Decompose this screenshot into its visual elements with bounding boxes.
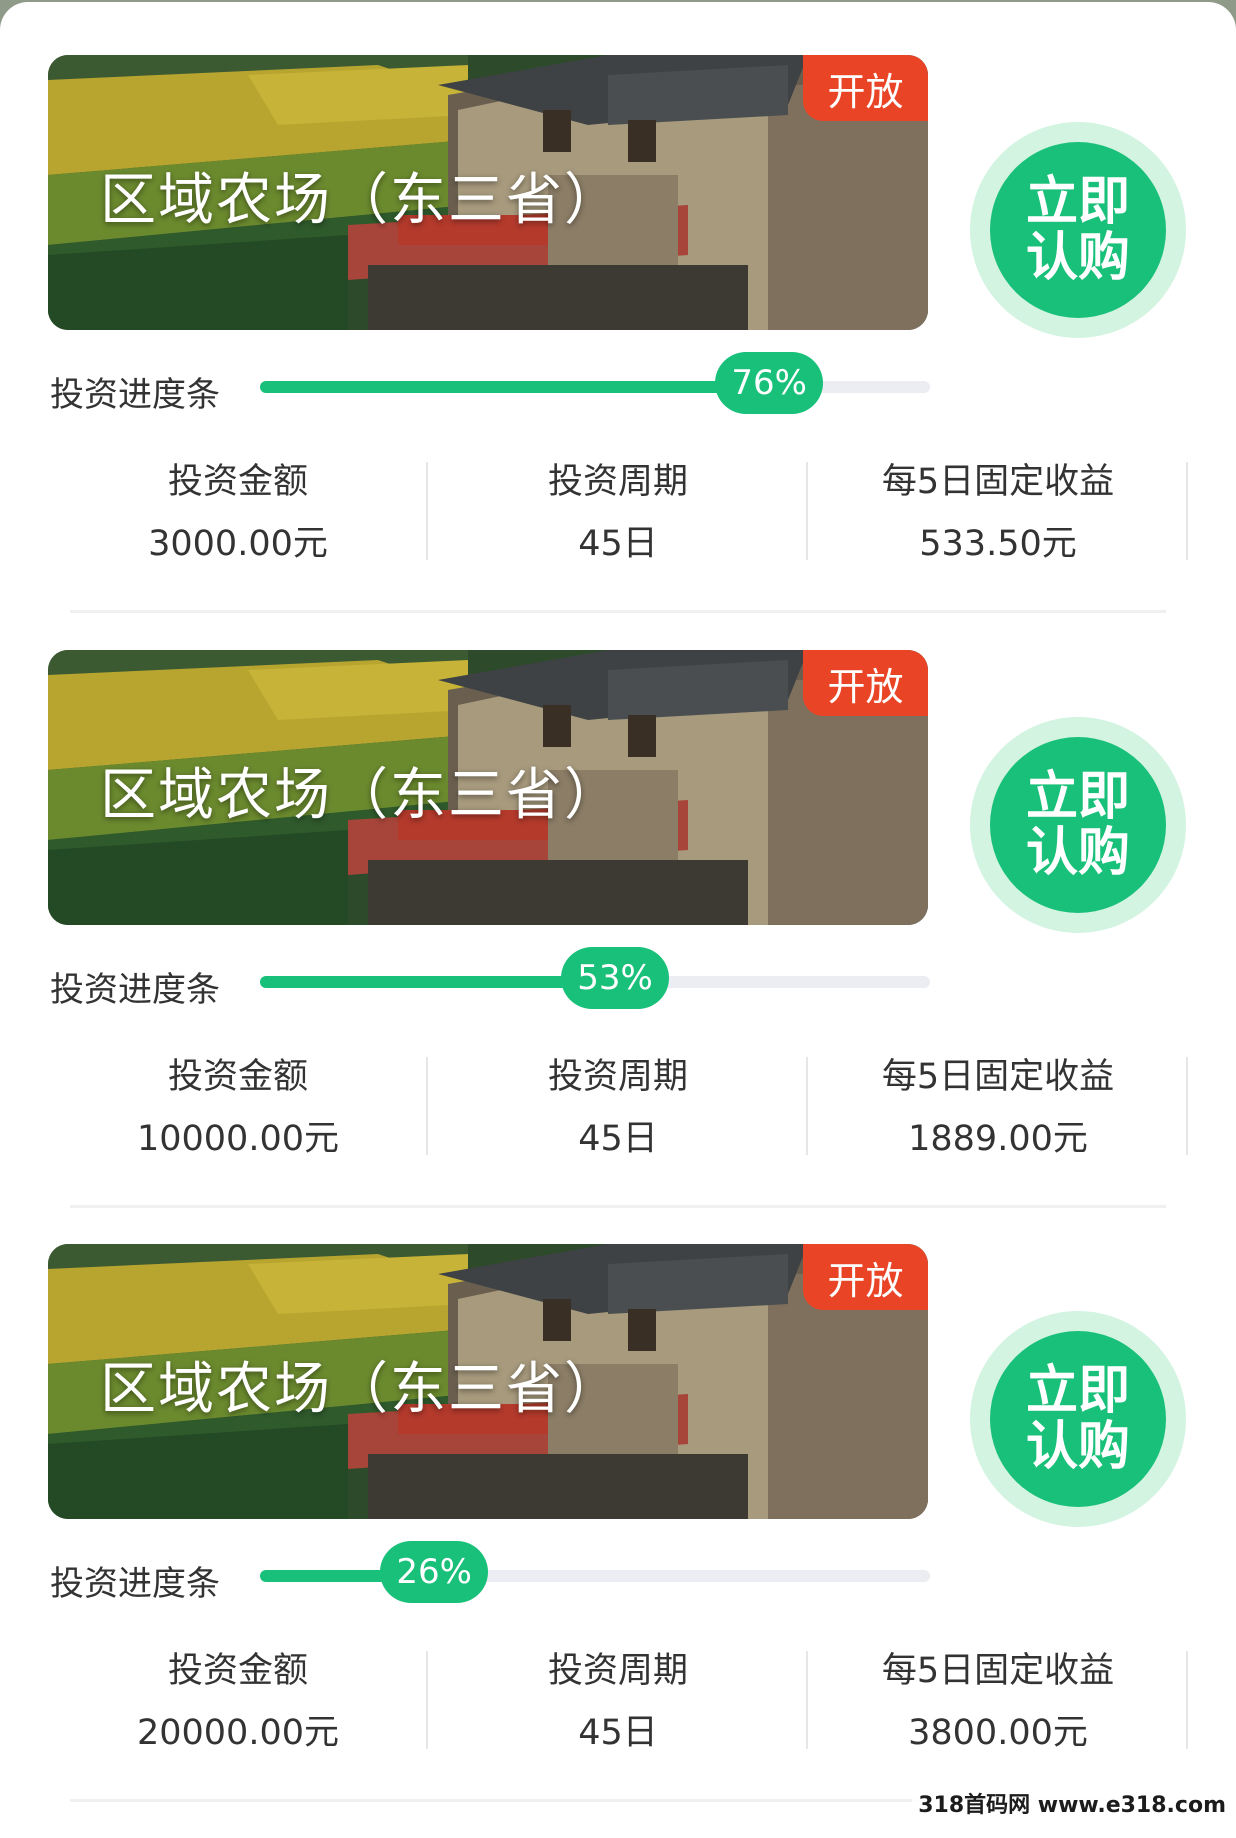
stat-value: 10000.00元 bbox=[136, 1119, 339, 1159]
subscribe-button[interactable]: 立即认购 bbox=[970, 1311, 1186, 1527]
subscribe-button-label: 立即认购 bbox=[1025, 767, 1130, 883]
status-badge: 开放 bbox=[803, 55, 928, 121]
stat-label: 投资金额 bbox=[167, 462, 308, 502]
status-badge: 开放 bbox=[803, 1244, 928, 1310]
stat-investment-period: 投资周期 45日 bbox=[428, 1649, 808, 1753]
product-title: 区域农场（东三省） bbox=[100, 763, 622, 828]
product-list: 区域农场（东三省） 开放 立即认购 投资进度条 76% 投资金额 3000.00… bbox=[0, 0, 1236, 1821]
card-divider bbox=[70, 610, 1166, 613]
stat-investment-period: 投资周期 45日 bbox=[428, 460, 808, 564]
investment-progress: 投资进度条 76% bbox=[50, 352, 930, 421]
progress-fill bbox=[260, 381, 770, 393]
stat-value: 45日 bbox=[578, 524, 658, 564]
progress-track: 26% bbox=[260, 1541, 930, 1603]
stat-label: 投资周期 bbox=[547, 462, 688, 502]
stat-value: 1889.00元 bbox=[908, 1119, 1088, 1159]
stat-fixed-return: 每5日固定收益 1889.00元 bbox=[808, 1055, 1188, 1159]
progress-track: 53% bbox=[260, 947, 930, 1009]
stat-investment-amount: 投资金额 10000.00元 bbox=[48, 1055, 428, 1159]
watermark-text: 318首码网 www.e318.com bbox=[912, 1787, 1232, 1819]
farm-banner[interactable]: 区域农场（东三省） 开放 bbox=[48, 650, 928, 925]
product-card: 区域农场（东三省） 开放 立即认购 投资进度条 53% 投资金额 10000.0… bbox=[0, 650, 1236, 1244]
product-card: 区域农场（东三省） 开放 立即认购 投资进度条 76% 投资金额 3000.00… bbox=[0, 55, 1236, 649]
subscribe-button-face[interactable]: 立即认购 bbox=[990, 737, 1166, 913]
progress-track: 76% bbox=[260, 352, 930, 414]
stat-fixed-return: 每5日固定收益 3800.00元 bbox=[808, 1649, 1188, 1753]
stat-investment-amount: 投资金额 3000.00元 bbox=[48, 460, 428, 564]
stat-investment-period: 投资周期 45日 bbox=[428, 1055, 808, 1159]
product-title: 区域农场（东三省） bbox=[100, 1357, 622, 1422]
investment-progress: 投资进度条 53% bbox=[50, 947, 930, 1016]
stat-label: 每5日固定收益 bbox=[881, 1651, 1115, 1691]
stat-label: 投资周期 bbox=[547, 1651, 688, 1691]
progress-label: 投资进度条 bbox=[50, 375, 220, 415]
stat-value: 533.50元 bbox=[919, 524, 1077, 564]
farm-banner[interactable]: 区域农场（东三省） 开放 bbox=[48, 1244, 928, 1519]
stat-label: 投资周期 bbox=[547, 1057, 688, 1097]
farm-banner[interactable]: 区域农场（东三省） 开放 bbox=[48, 55, 928, 330]
stat-value: 3800.00元 bbox=[908, 1713, 1088, 1753]
stat-label: 每5日固定收益 bbox=[881, 1057, 1115, 1097]
subscribe-button-label: 立即认购 bbox=[1025, 1361, 1130, 1477]
investment-progress: 投资进度条 26% bbox=[50, 1541, 930, 1610]
product-stats: 投资金额 3000.00元 投资周期 45日 每5日固定收益 533.50元 bbox=[48, 460, 1188, 564]
product-stats: 投资金额 10000.00元 投资周期 45日 每5日固定收益 1889.00元 bbox=[48, 1055, 1188, 1159]
progress-label: 投资进度条 bbox=[50, 970, 220, 1010]
subscribe-button[interactable]: 立即认购 bbox=[970, 122, 1186, 338]
stat-value: 45日 bbox=[578, 1713, 658, 1753]
progress-percent-badge: 53% bbox=[561, 947, 670, 1009]
status-badge: 开放 bbox=[803, 650, 928, 716]
card-divider bbox=[70, 1205, 1166, 1208]
progress-label: 投资进度条 bbox=[50, 1564, 220, 1604]
progress-percent-badge: 76% bbox=[715, 352, 824, 414]
stat-label: 投资金额 bbox=[167, 1057, 308, 1097]
stat-investment-amount: 投资金额 20000.00元 bbox=[48, 1649, 428, 1753]
product-title: 区域农场（东三省） bbox=[100, 168, 622, 233]
product-card: 区域农场（东三省） 开放 立即认购 投资进度条 26% 投资金额 20000.0… bbox=[0, 1244, 1236, 1838]
stat-label: 每5日固定收益 bbox=[881, 462, 1115, 502]
subscribe-button[interactable]: 立即认购 bbox=[970, 717, 1186, 933]
stat-value: 45日 bbox=[578, 1119, 658, 1159]
subscribe-button-face[interactable]: 立即认购 bbox=[990, 142, 1166, 318]
stat-label: 投资金额 bbox=[167, 1651, 308, 1691]
progress-percent-badge: 26% bbox=[380, 1541, 489, 1603]
stat-value: 3000.00元 bbox=[148, 524, 328, 564]
stat-value: 20000.00元 bbox=[136, 1713, 339, 1753]
product-stats: 投资金额 20000.00元 投资周期 45日 每5日固定收益 3800.00元 bbox=[48, 1649, 1188, 1753]
subscribe-button-label: 立即认购 bbox=[1025, 172, 1130, 288]
stat-fixed-return: 每5日固定收益 533.50元 bbox=[808, 460, 1188, 564]
subscribe-button-face[interactable]: 立即认购 bbox=[990, 1331, 1166, 1507]
